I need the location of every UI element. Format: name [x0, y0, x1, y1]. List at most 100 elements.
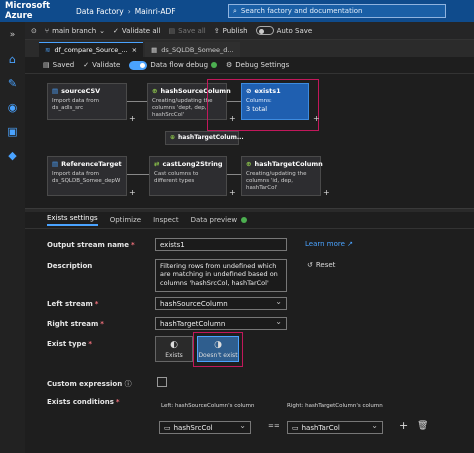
- node-sourceCSV[interactable]: ▤ sourceCSV Import data from ds_adls_src: [47, 83, 127, 120]
- tab-data-preview[interactable]: Data preview: [191, 216, 248, 224]
- data-flow-canvas[interactable]: ▤ sourceCSV Import data from ds_adls_src …: [25, 74, 474, 208]
- publish-button[interactable]: ⇪ Publish: [214, 27, 248, 35]
- node-desc: Cast columns to different types: [154, 171, 199, 184]
- node-ReferenceTarget[interactable]: ▤ ReferenceTarget Import data from ds_SQL…: [47, 156, 127, 196]
- auto-save-toggle[interactable]: Auto Save: [255, 26, 313, 35]
- tab-dataset-label: ds_SQLDB_Somee_d...: [161, 45, 234, 54]
- derived-column-icon: ⊕: [170, 134, 176, 141]
- custom-expression-label-text: Custom expression: [47, 380, 123, 388]
- learning-icon[interactable]: ◆: [6, 148, 20, 162]
- node-title: exists1: [254, 87, 281, 95]
- debug-settings-button[interactable]: ⚙ Debug Settings: [226, 61, 289, 69]
- exists-conditions-label-text: Exists conditions: [47, 398, 114, 406]
- right-column-select[interactable]: ▭ hashTarCol: [287, 421, 383, 434]
- right-stream-select[interactable]: hashTargetColumn: [155, 317, 287, 330]
- node-title: castLong2String: [162, 160, 223, 168]
- search-box[interactable]: ⌕ Search factory and documentation: [228, 4, 446, 18]
- reset-button[interactable]: ↺ Reset: [307, 261, 335, 269]
- validate-button[interactable]: ✓ Validate: [83, 61, 120, 69]
- collapse-icon[interactable]: »: [6, 28, 20, 42]
- required-marker: *: [100, 320, 104, 328]
- status-dot-icon: [241, 217, 248, 223]
- gear-icon: ⚙: [226, 61, 233, 69]
- add-transform-icon[interactable]: +: [129, 114, 136, 123]
- branch-selector[interactable]: ⑂ main branch ⌄: [45, 27, 105, 35]
- left-stream-select[interactable]: hashSourceColumn: [155, 297, 287, 310]
- reset-icon: ↺: [307, 261, 313, 269]
- node-hashTargetColumn[interactable]: ⊕ hashTargetColumn Creating/updating the …: [241, 156, 323, 196]
- node-title: hashTargetColum...: [178, 134, 244, 141]
- required-marker: *: [88, 340, 92, 348]
- source-icon: ▤: [52, 87, 59, 95]
- github-icon[interactable]: ⊙: [31, 27, 37, 35]
- add-transform-icon[interactable]: +: [323, 188, 330, 197]
- toggle-switch-on: [129, 60, 148, 70]
- exists-option[interactable]: ◐ Exists: [155, 336, 193, 362]
- right-column-value: hashTarCol: [301, 423, 340, 432]
- settings-tabs: Exists settings Optimize Inspect Data pr…: [25, 212, 474, 229]
- save-all-label: Save all: [178, 26, 206, 35]
- breadcrumb: Data Factory › Mainri-ADF: [76, 7, 176, 16]
- left-column-header: Left: hashSourceColumn's column: [161, 403, 255, 409]
- delete-condition-icon[interactable]: 🗑: [417, 421, 428, 431]
- node-castLong2String[interactable]: ⇄ castLong2String Cast columns to differe…: [149, 156, 227, 196]
- left-stream-label: Left stream *: [47, 300, 98, 308]
- node-title: ReferenceTarget: [61, 160, 122, 168]
- check-icon: ✓: [113, 26, 119, 35]
- custom-expression-label: Custom expression ⓘ: [47, 379, 132, 389]
- dataset-icon: ▦: [151, 45, 158, 54]
- close-icon[interactable]: ×: [132, 46, 137, 54]
- auto-save-label: Auto Save: [276, 26, 313, 35]
- monitor-icon[interactable]: ◉: [6, 100, 20, 114]
- derived-column-icon: ⊕: [152, 87, 158, 95]
- breadcrumb-factory-name[interactable]: Mainri-ADF: [135, 7, 176, 16]
- tab-dataflow[interactable]: ≋ df_compare_Source_... ×: [39, 42, 144, 57]
- node-hashTargetColumn-ref[interactable]: ⊕ hashTargetColum...: [165, 131, 244, 145]
- top-bar: Microsoft Azure Data Factory › Mainri-AD…: [0, 0, 474, 22]
- exists-icon: ⊘: [246, 87, 252, 95]
- node-desc: Creating/updating the columns 'id, dep, …: [246, 171, 307, 191]
- output-stream-value: exists1: [160, 240, 185, 249]
- toolbox-icon[interactable]: ▣: [6, 124, 20, 138]
- column-type-icon: ▭: [292, 423, 299, 432]
- brand-label[interactable]: Microsoft Azure: [0, 1, 72, 21]
- output-stream-input[interactable]: exists1: [155, 238, 287, 251]
- save-all-button[interactable]: ▤ Save all: [169, 27, 206, 35]
- breadcrumb-data-factory[interactable]: Data Factory: [76, 7, 124, 16]
- add-condition-icon[interactable]: +: [399, 419, 408, 432]
- node-exists1[interactable]: ⊘ exists1 Columns: 3 total: [241, 83, 309, 120]
- doesnt-exist-option[interactable]: ◑ Doesn't exist: [197, 336, 239, 362]
- add-transform-icon[interactable]: +: [229, 188, 236, 197]
- validate-all-button[interactable]: ✓ Validate all: [113, 27, 161, 35]
- data-flow-debug-toggle[interactable]: Data flow debug: [129, 60, 218, 70]
- debug-settings-label: Debug Settings: [235, 61, 290, 69]
- validate-label: Validate: [92, 61, 121, 69]
- external-link-icon: ↗: [347, 240, 354, 248]
- column-type-icon: ▭: [164, 423, 171, 432]
- add-transform-icon[interactable]: +: [129, 188, 136, 197]
- tab-optimize[interactable]: Optimize: [110, 216, 141, 224]
- reset-label: Reset: [315, 261, 336, 269]
- left-rail: » ⌂ ✎ ◉ ▣ ◆: [0, 22, 25, 453]
- left-column-select[interactable]: ▭ hashSrcCol: [159, 421, 251, 434]
- exists-conditions-label: Exists conditions *: [47, 398, 120, 406]
- venn-icon: ◐: [170, 339, 178, 350]
- info-icon[interactable]: ⓘ: [125, 380, 132, 388]
- home-icon[interactable]: ⌂: [6, 52, 20, 66]
- learn-more-link[interactable]: Learn more ↗: [305, 240, 353, 248]
- tab-dataset[interactable]: ▦ ds_SQLDB_Somee_d...: [145, 42, 240, 57]
- dataflow-icon: ≋: [45, 46, 51, 54]
- data-flow-debug-label: Data flow debug: [150, 61, 209, 69]
- toolbar: ⊙ ⑂ main branch ⌄ ✓ Validate all ▤ Save …: [25, 22, 474, 40]
- description-input[interactable]: Filtering rows from undefined which are …: [155, 259, 287, 292]
- custom-expression-checkbox[interactable]: [157, 377, 167, 387]
- save-icon: ▤: [168, 26, 176, 35]
- venn-icon: ◑: [214, 339, 222, 350]
- pencil-icon[interactable]: ✎: [6, 76, 20, 90]
- tab-inspect[interactable]: Inspect: [153, 216, 179, 224]
- connector: [127, 101, 147, 102]
- add-transform-icon[interactable]: +: [313, 114, 320, 123]
- tab-exists-settings[interactable]: Exists settings: [47, 214, 98, 226]
- debug-bar: ▤ Saved ✓ Validate Data flow debug ⚙ Deb…: [25, 57, 474, 74]
- search-placeholder: Search factory and documentation: [240, 7, 363, 15]
